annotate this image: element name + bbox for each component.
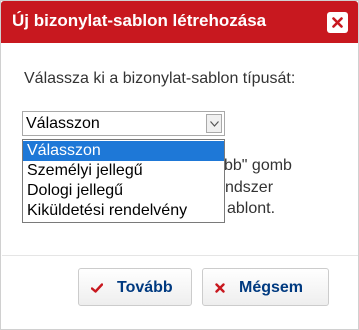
select-dropdown-button[interactable]: [206, 114, 222, 133]
next-button[interactable]: Tovább: [78, 268, 192, 306]
close-button[interactable]: [327, 12, 348, 33]
dropdown-option-dologi[interactable]: Dologi jellegű: [23, 181, 224, 201]
check-icon: [91, 283, 103, 293]
dropdown-option-valasszon[interactable]: Válasszon: [23, 141, 224, 161]
cancel-button[interactable]: Mégsem: [202, 268, 329, 306]
dialog: Új bizonylat-sablon létrehozása Válassza…: [0, 0, 359, 330]
dialog-titlebar: Új bizonylat-sablon létrehozása: [1, 1, 358, 43]
dropdown-option-kikuldetesi[interactable]: Kiküldetési rendelvény: [23, 201, 224, 221]
close-icon: [332, 17, 343, 28]
chevron-down-icon: [210, 121, 219, 127]
help-text-line-2: ndszer: [225, 179, 274, 196]
help-text-line-3: ablont.: [227, 200, 276, 217]
dropdown-option-szemelyi[interactable]: Személyi jellegű: [23, 161, 224, 181]
x-icon: [215, 283, 225, 293]
template-type-select[interactable]: Válasszon: [22, 111, 225, 136]
help-text-line-1: bb" gomb: [224, 157, 292, 174]
select-current-value: Válasszon: [26, 115, 100, 132]
dialog-title: Új bizonylat-sablon létrehozása: [12, 11, 267, 30]
footer-divider: [2, 255, 358, 256]
template-type-dropdown-list: Válasszon Személyi jellegű Dologi jelleg…: [22, 139, 225, 223]
type-prompt-label: Válassza ki a bizonylat-sablon típusát:: [24, 70, 296, 87]
next-button-label: Tovább: [117, 279, 173, 296]
cancel-button-label: Mégsem: [239, 279, 304, 296]
